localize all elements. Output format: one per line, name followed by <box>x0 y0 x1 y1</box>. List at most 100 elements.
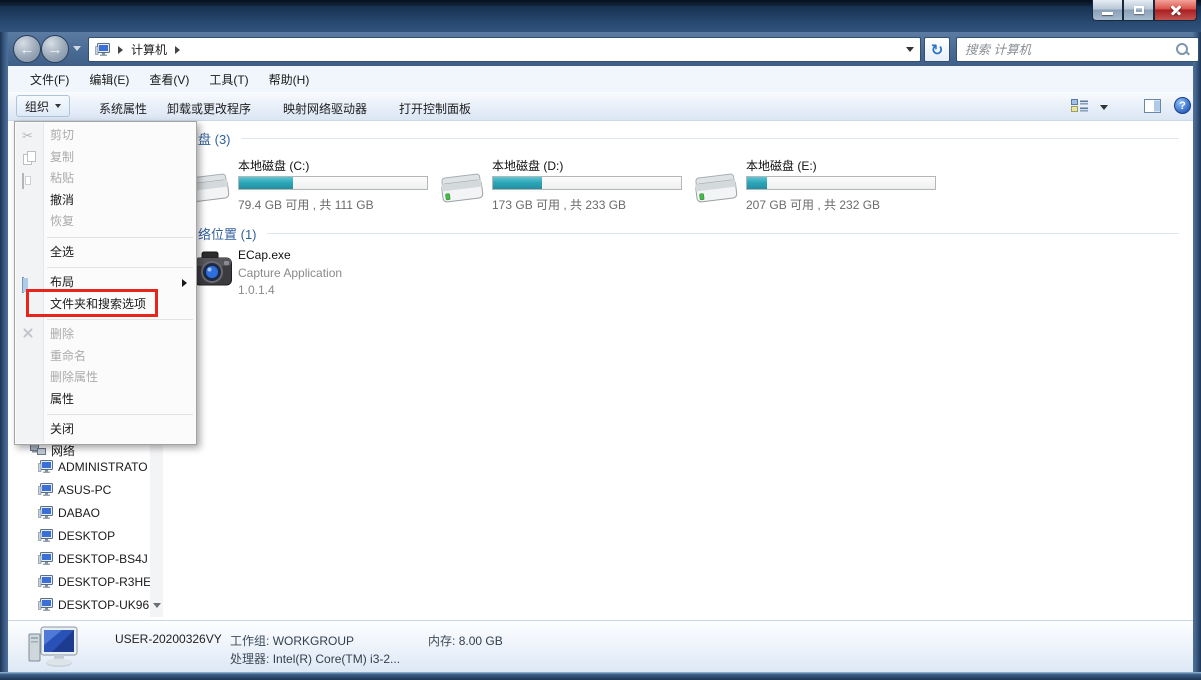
drive-name: 本地磁盘 (C:) <box>238 157 309 174</box>
network-app-item[interactable]: ECap.exe Capture Application 1.0.1.4 <box>185 246 485 298</box>
explorer-window: ← → 计算机 ↻ 文件(F) 编辑(E) 查看(V) 工具(T) 帮助(H) … <box>0 0 1201 680</box>
menu-item-delete[interactable]: 删除 <box>16 324 195 346</box>
back-button[interactable]: ← <box>13 35 41 63</box>
submenu-arrow-icon <box>182 279 187 287</box>
menu-separator <box>47 319 193 320</box>
menu-item-cut[interactable]: ✂ 剪切 <box>16 125 195 147</box>
scroll-down-icon[interactable] <box>153 603 161 608</box>
sidebar-item-computer[interactable]: DESKTOP-R3HE <box>38 573 153 591</box>
search-icon <box>1176 43 1190 57</box>
group-divider <box>267 233 1179 234</box>
menu-item-rename[interactable]: 重命名 <box>16 346 195 368</box>
menu-view[interactable]: 查看(V) <box>139 67 199 92</box>
menu-item-label: 复制 <box>50 150 74 164</box>
refresh-icon: ↻ <box>931 41 944 59</box>
sidebar-item-computer[interactable]: DABAO <box>38 504 153 522</box>
menu-item-label: 恢复 <box>50 214 74 228</box>
menu-edit[interactable]: 编辑(E) <box>79 67 139 92</box>
menu-item-label: 粘贴 <box>50 171 74 185</box>
organize-button[interactable]: 组织 <box>16 95 70 117</box>
breadcrumb-computer[interactable]: 计算机 <box>131 41 167 58</box>
capacity-bar <box>492 176 682 190</box>
uninstall-program-button[interactable]: 卸载或更改程序 <box>167 100 251 117</box>
menu-separator <box>47 267 193 268</box>
minimize-button[interactable] <box>1092 0 1123 21</box>
network-icon <box>30 444 46 457</box>
sidebar-item-computer[interactable]: DESKTOP <box>38 527 153 545</box>
menu-item-label: 属性 <box>50 392 74 406</box>
copy-icon <box>22 150 40 166</box>
menu-tools[interactable]: 工具(T) <box>199 67 258 92</box>
capacity-bar-fill <box>747 177 767 189</box>
sidebar-scrollbar[interactable] <box>150 445 163 617</box>
organize-dropdown-menu: ✂ 剪切 复制 粘贴 撤消 恢复 全选 布局 文件夹和搜索选项 <box>14 121 197 445</box>
address-bar[interactable]: 计算机 <box>88 37 921 62</box>
menu-item-paste[interactable]: 粘贴 <box>16 168 195 190</box>
menu-file[interactable]: 文件(F) <box>20 67 79 92</box>
views-icon[interactable] <box>1071 99 1088 113</box>
drive-e-item[interactable]: 本地磁盘 (E:) 207 GB 可用 , 共 232 GB <box>693 155 943 217</box>
map-network-drive-button[interactable]: 映射网络驱动器 <box>283 100 367 117</box>
drive-c-item[interactable]: 本地磁盘 (C:) 79.4 GB 可用 , 共 111 GB <box>185 155 435 217</box>
system-properties-button[interactable]: 系统属性 <box>99 100 147 117</box>
menu-item-redo[interactable]: 恢复 <box>16 211 195 233</box>
computer-icon <box>38 460 53 474</box>
computer-icon <box>38 575 53 589</box>
navigation-bar: ← → 计算机 ↻ <box>8 32 1193 66</box>
sidebar-item-computer[interactable]: ASUS-PC <box>38 481 153 499</box>
hard-disk-icon <box>693 169 739 207</box>
menu-help[interactable]: 帮助(H) <box>259 67 320 92</box>
forward-button[interactable]: → <box>41 35 69 63</box>
drive-d-item[interactable]: 本地磁盘 (D:) 173 GB 可用 , 共 233 GB <box>439 155 689 217</box>
drive-capacity: 79.4 GB 可用 , 共 111 GB <box>238 196 374 213</box>
minimize-icon <box>1102 12 1113 15</box>
sidebar-item-label: DESKTOP-R3HE <box>58 575 151 589</box>
computer-large-icon <box>28 624 80 670</box>
address-dropdown-icon[interactable] <box>906 47 914 52</box>
sidebar-item-label: DABAO <box>58 506 100 520</box>
help-icon[interactable]: ? <box>1174 97 1191 114</box>
capacity-bar <box>238 176 428 190</box>
sidebar-item-computer[interactable]: DESKTOP-UK96 <box>38 596 153 614</box>
menu-item-label: 关闭 <box>50 422 74 436</box>
menu-item-label: 布局 <box>50 275 74 289</box>
menu-separator <box>47 414 193 415</box>
open-control-panel-button[interactable]: 打开控制面板 <box>399 100 471 117</box>
drive-capacity: 207 GB 可用 , 共 232 GB <box>746 196 880 213</box>
sidebar-item-computer[interactable]: DESKTOP-BS4J <box>38 550 153 568</box>
capacity-bar-fill <box>239 177 293 189</box>
search-input[interactable] <box>963 40 1163 59</box>
computer-icon <box>38 552 53 566</box>
sidebar-item-label: ASUS-PC <box>58 483 111 497</box>
recent-pages-dropdown-icon[interactable] <box>73 46 81 51</box>
views-dropdown-icon[interactable] <box>1100 105 1108 110</box>
camera-icon <box>193 249 233 295</box>
window-frame-left <box>0 32 8 680</box>
group-header-network-locations[interactable]: 网络位置 (1) <box>185 224 1179 242</box>
drive-capacity: 173 GB 可用 , 共 233 GB <box>492 196 626 213</box>
menu-item-close[interactable]: 关闭 <box>16 419 195 441</box>
maximize-button[interactable] <box>1123 0 1154 21</box>
sidebar-item-label: DESKTOP-BS4J <box>58 552 148 566</box>
preview-pane-icon[interactable] <box>1144 99 1161 113</box>
window-frame-bottom <box>0 672 1201 680</box>
sidebar-item-label: DESKTOP <box>58 529 115 543</box>
refresh-button[interactable]: ↻ <box>924 37 950 62</box>
sidebar-item-label: ADMINISTRATO <box>58 460 148 474</box>
menu-item-select-all[interactable]: 全选 <box>16 242 195 264</box>
group-header-hard-disks[interactable]: 硬盘 (3) <box>185 129 1179 147</box>
menu-item-copy[interactable]: 复制 <box>16 147 195 169</box>
menu-item-undo[interactable]: 撤消 <box>16 190 195 212</box>
menu-item-label: 重命名 <box>50 349 86 363</box>
menu-bar: 文件(F) 编辑(E) 查看(V) 工具(T) 帮助(H) <box>8 66 1193 92</box>
window-frame-right <box>1193 32 1201 680</box>
titlebar[interactable] <box>0 6 1201 32</box>
sidebar-item-computer[interactable]: ADMINISTRATO <box>38 458 153 476</box>
close-button[interactable] <box>1154 0 1197 21</box>
menu-item-properties[interactable]: 属性 <box>16 389 195 411</box>
computer-icon <box>95 43 110 57</box>
menu-item-remove-properties[interactable]: 删除属性 <box>16 367 195 389</box>
hard-disk-icon <box>439 169 485 207</box>
search-box <box>956 37 1199 62</box>
breadcrumb-arrow-icon[interactable] <box>175 46 180 54</box>
